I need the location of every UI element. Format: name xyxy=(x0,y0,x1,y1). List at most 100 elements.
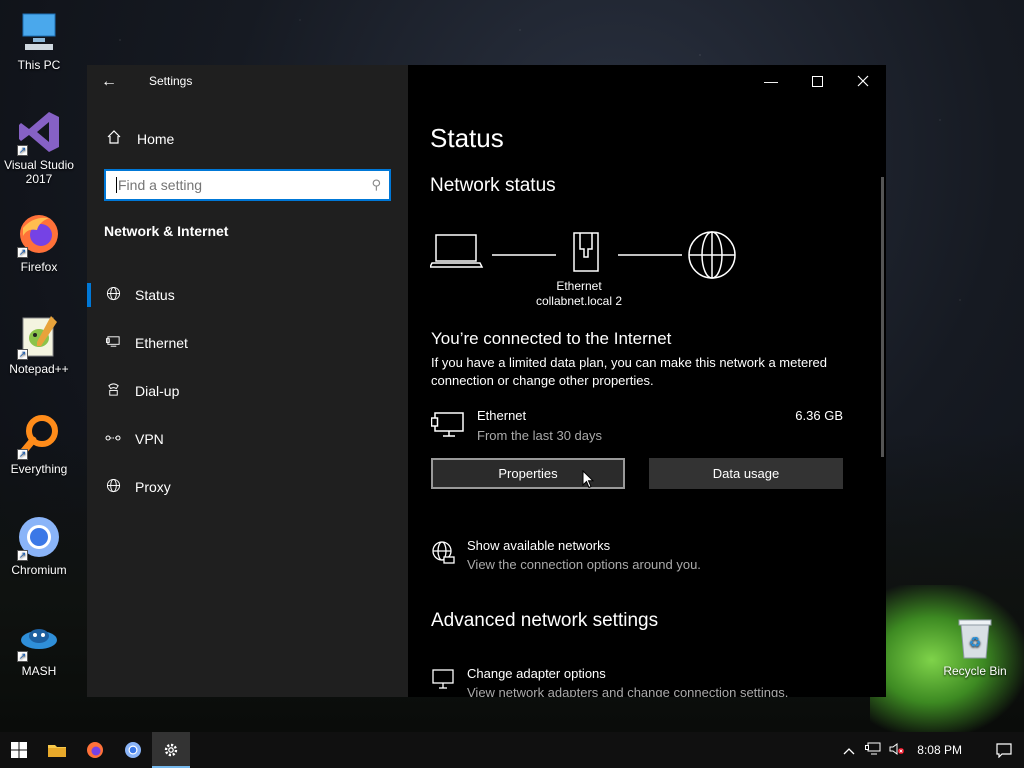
nav-item-label: Dial-up xyxy=(135,383,180,399)
start-button[interactable] xyxy=(0,732,38,768)
window-controls: — xyxy=(748,65,886,97)
nav-item-proxy[interactable]: Proxy xyxy=(87,463,408,511)
taskbar: 8:08 PM xyxy=(0,732,1024,768)
mash-icon: ↗ xyxy=(15,614,63,662)
gear-icon xyxy=(164,743,178,757)
nav-list: Status Ethernet Dial-up VPN Proxy xyxy=(87,271,408,511)
settings-nav-pane: ← Settings Home ⚲ Network & Internet Sta… xyxy=(87,65,408,697)
page-title: Status xyxy=(430,123,504,153)
adapter-name: Ethernet xyxy=(556,279,602,293)
properties-button[interactable]: Properties xyxy=(431,458,625,489)
taskbar-chromium[interactable] xyxy=(114,732,152,768)
windows-logo-icon xyxy=(11,742,27,758)
globe-network-icon xyxy=(431,540,455,571)
ethernet-port-icon xyxy=(573,232,599,272)
chromium-icon: ↗ xyxy=(15,513,63,561)
settings-content-pane: — Status Network status Ethernet collabn… xyxy=(408,65,886,697)
shortcut-arrow-icon: ↗ xyxy=(17,550,28,561)
chevron-up-icon[interactable] xyxy=(837,743,861,758)
adapter-icon xyxy=(431,668,455,697)
globe-icon xyxy=(104,478,122,496)
shortcut-arrow-icon: ↗ xyxy=(17,651,28,662)
nav-item-ethernet[interactable]: Ethernet xyxy=(87,319,408,367)
desktop-icon-recycle-bin[interactable]: ♻ Recycle Bin xyxy=(936,614,1014,678)
firefox-icon: ↗ xyxy=(15,210,63,258)
show-networks-title: Show available networks xyxy=(467,538,611,553)
nav-item-label: Proxy xyxy=(135,479,171,495)
change-adapter-title: Change adapter options xyxy=(467,666,606,681)
shortcut-arrow-icon: ↗ xyxy=(17,449,28,460)
internet-globe-icon xyxy=(688,231,736,279)
show-networks-desc: View the connection options around you. xyxy=(467,557,701,572)
desktop-icon-this-pc[interactable]: This PC xyxy=(0,8,78,72)
connection-description: If you have a limited data plan, you can… xyxy=(431,355,827,388)
change-adapter-options-link[interactable]: Change adapter options View network adap… xyxy=(431,666,831,697)
network-tray-icon[interactable] xyxy=(861,742,885,759)
shortcut-arrow-icon: ↗ xyxy=(17,349,28,360)
back-arrow-icon[interactable]: ← xyxy=(101,73,117,91)
settings-search-box[interactable]: ⚲ xyxy=(104,169,391,201)
dialup-icon xyxy=(104,382,122,400)
taskbar-file-explorer[interactable] xyxy=(38,732,76,768)
data-usage-button[interactable]: Data usage xyxy=(649,458,843,489)
this-pc-icon xyxy=(15,8,63,56)
usage-period: From the last 30 days xyxy=(477,428,602,443)
shortcut-arrow-icon: ↗ xyxy=(17,145,28,156)
everything-search-icon: ↗ xyxy=(15,412,63,460)
close-icon[interactable] xyxy=(840,65,886,97)
desktop-icon-mash[interactable]: ↗ MASH xyxy=(0,614,78,678)
network-status-heading: Network status xyxy=(430,175,556,196)
window-title: Settings xyxy=(149,74,193,88)
connection-status: You’re connected to the Internet xyxy=(431,329,672,348)
taskbar-firefox[interactable] xyxy=(76,732,114,768)
chromium-icon xyxy=(125,742,141,758)
data-usage-row: Ethernet From the last 30 days 6.36 GB xyxy=(430,407,843,447)
nav-item-label: Ethernet xyxy=(135,335,188,351)
svg-text:♻: ♻ xyxy=(969,635,982,651)
firefox-icon xyxy=(87,742,103,758)
desktop-icon-everything[interactable]: ↗ Everything xyxy=(0,412,78,476)
laptop-icon xyxy=(430,234,484,268)
desktop-icon-chromium[interactable]: ↗ Chromium xyxy=(0,513,78,577)
nav-home-label: Home xyxy=(137,130,175,147)
settings-search-input[interactable] xyxy=(118,177,358,193)
system-tray: 8:08 PM xyxy=(837,732,1024,768)
desktop-icon-notepadpp[interactable]: ↗ Notepad++ xyxy=(0,312,78,376)
settings-window: ← Settings Home ⚲ Network & Internet Sta… xyxy=(87,65,886,697)
usage-amount: 6.36 GB xyxy=(795,408,843,423)
maximize-icon[interactable] xyxy=(794,65,840,97)
usage-adapter-name: Ethernet xyxy=(477,408,527,423)
minimize-icon[interactable]: — xyxy=(748,65,794,97)
nav-item-vpn[interactable]: VPN xyxy=(87,415,408,463)
change-adapter-desc: View network adapters and change connect… xyxy=(467,685,789,697)
recycle-bin-icon: ♻ xyxy=(951,614,999,662)
section-heading: Network & Internet xyxy=(104,223,229,239)
show-available-networks-link[interactable]: Show available networks View the connect… xyxy=(431,538,831,578)
desktop-icon-firefox[interactable]: ↗ Firefox xyxy=(0,210,78,274)
visual-studio-icon: ↗ xyxy=(15,108,63,156)
desktop-icon-visual-studio[interactable]: ↗ Visual Studio 2017 xyxy=(0,108,78,186)
notepadpp-icon: ↗ xyxy=(15,312,63,360)
adapter-caption: Ethernet collabnet.local 2 xyxy=(516,279,642,309)
search-icon[interactable]: ⚲ xyxy=(371,177,381,193)
ethernet-icon xyxy=(430,411,465,444)
mouse-cursor-icon xyxy=(582,470,594,489)
taskbar-settings[interactable] xyxy=(152,732,190,768)
home-icon xyxy=(105,129,123,148)
folder-icon xyxy=(48,745,66,757)
nav-home[interactable]: Home xyxy=(105,129,174,148)
advanced-settings-heading: Advanced network settings xyxy=(431,610,659,631)
adapter-network: collabnet.local 2 xyxy=(535,294,623,308)
ethernet-icon xyxy=(104,334,122,352)
nav-item-status[interactable]: Status xyxy=(87,271,408,319)
vpn-icon xyxy=(104,432,122,447)
shortcut-arrow-icon: ↗ xyxy=(17,247,28,258)
text-caret xyxy=(116,177,117,193)
taskbar-clock[interactable]: 8:08 PM xyxy=(917,743,962,757)
globe-icon xyxy=(104,286,122,304)
nav-item-label: VPN xyxy=(135,431,164,447)
nav-item-dialup[interactable]: Dial-up xyxy=(87,367,408,415)
volume-muted-icon[interactable] xyxy=(885,742,909,759)
scrollbar[interactable] xyxy=(881,177,884,457)
action-center-icon[interactable] xyxy=(984,732,1024,768)
